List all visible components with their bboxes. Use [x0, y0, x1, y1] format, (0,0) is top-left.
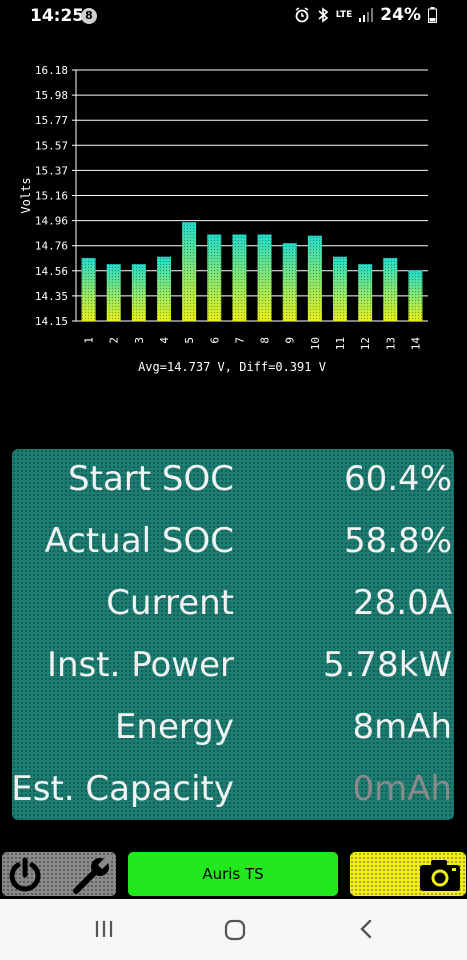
y-tick-label: 15.16: [35, 190, 68, 203]
est-capacity-label: Est. Capacity: [11, 769, 234, 809]
bar-texture: [383, 257, 398, 321]
energy-label: Energy: [114, 707, 234, 747]
bar-texture: [131, 264, 146, 321]
x-tick-label: 2: [108, 337, 121, 344]
notification-badge: 8: [81, 8, 97, 24]
x-tick-label: 3: [133, 337, 146, 344]
x-tick-label: 4: [158, 337, 171, 344]
x-tick-label: 13: [384, 337, 397, 350]
x-tick-label: 12: [359, 337, 372, 350]
x-tick-label: 6: [208, 337, 221, 344]
bar-texture: [106, 264, 121, 321]
lte-icon: LTE: [335, 9, 353, 20]
y-tick-label: 14.15: [35, 315, 68, 328]
bar-texture: [157, 256, 171, 321]
y-tick-label: 16.18: [35, 64, 68, 77]
current-value: 28.0A: [353, 583, 452, 623]
y-tick-label: 14.76: [35, 240, 68, 253]
bar-texture: [232, 234, 247, 321]
inst-power-label: Inst. Power: [46, 645, 234, 685]
x-tick-label: 1: [83, 337, 96, 344]
y-tick-label: 15.37: [35, 164, 68, 177]
cell-voltage-chart-svg: 16.18 15.98 15.77 15.57 15.37 15.16 14.96 14.76…: [19, 64, 428, 374]
start-soc-value: 60.4%: [343, 459, 452, 499]
battery-percent: 24%: [380, 5, 421, 25]
bar-texture: [307, 235, 322, 321]
y-tick-label: 15.57: [35, 139, 68, 152]
camera-icon[interactable]: [418, 858, 462, 892]
x-tick-label: 11: [334, 337, 347, 350]
power-settings-button[interactable]: [2, 852, 116, 896]
energy-row: Energy 8mAh: [12, 697, 454, 759]
bar-texture: [182, 222, 197, 321]
est-capacity-value: 0mAh: [352, 769, 452, 809]
signal-icon: [359, 8, 374, 22]
battery-icon: [428, 7, 437, 23]
actual-soc-label: Actual SOC: [44, 521, 234, 561]
status-time: 14:25: [30, 6, 85, 26]
actual-soc-row: Actual SOC 58.8%: [12, 511, 454, 573]
y-tick-label: 14.96: [35, 215, 68, 228]
x-tick-label: 14: [409, 337, 422, 351]
bar-texture: [358, 264, 373, 321]
y-tick-label: 14.56: [35, 265, 68, 278]
x-tick-label: 7: [233, 337, 246, 344]
bluetooth-icon: [318, 7, 329, 23]
bar-texture: [408, 270, 423, 321]
camera-button[interactable]: [350, 852, 466, 896]
system-nav-bar: [0, 899, 467, 960]
home-icon[interactable]: [223, 918, 247, 942]
y-axis-label: Volts: [19, 177, 33, 213]
energy-value: 8mAh: [352, 707, 452, 747]
x-tick-label: 5: [183, 337, 196, 344]
x-tick-label: 8: [259, 337, 272, 344]
power-icon[interactable]: [6, 856, 44, 894]
bottom-controls: Auris TS: [0, 850, 467, 900]
device-name-button[interactable]: Auris TS: [128, 852, 338, 896]
bar-texture: [282, 243, 297, 321]
wrench-icon[interactable]: [72, 855, 112, 895]
status-bar: 14:25 8 LTE 24%: [0, 0, 467, 34]
y-tick-label: 15.77: [35, 114, 68, 127]
inst-power-row: Inst. Power 5.78kW: [12, 635, 454, 697]
alarm-icon: [295, 7, 309, 23]
battery-info-panel: Start SOC 60.4% Actual SOC 58.8% Current…: [11, 449, 454, 821]
bar-texture: [81, 257, 96, 321]
x-tick-label: 10: [309, 337, 322, 350]
cell-voltage-chart: 16.18 15.98 15.77 15.57 15.37 15.16 14.96 14.76…: [0, 50, 467, 390]
current-label: Current: [106, 583, 234, 623]
chart-caption: Avg=14.737 V, Diff=0.391 V: [138, 360, 326, 374]
start-soc-row: Start SOC 60.4%: [12, 449, 454, 511]
start-soc-label: Start SOC: [68, 459, 234, 499]
bar-texture: [333, 256, 347, 321]
bar-texture: [257, 234, 272, 321]
bar-texture: [207, 234, 222, 321]
recent-apps-icon[interactable]: [93, 918, 115, 940]
est-capacity-row: Est. Capacity 0mAh: [11, 759, 454, 821]
x-tick-label: 9: [284, 337, 297, 344]
current-row: Current 28.0A: [12, 573, 454, 635]
y-tick-label: 14.35: [35, 290, 68, 303]
y-tick-label: 15.98: [35, 89, 68, 102]
actual-soc-value: 58.8%: [343, 521, 452, 561]
inst-power-value: 5.78kW: [322, 645, 452, 685]
back-icon[interactable]: [356, 918, 376, 940]
status-icons: LTE 24%: [294, 5, 437, 25]
